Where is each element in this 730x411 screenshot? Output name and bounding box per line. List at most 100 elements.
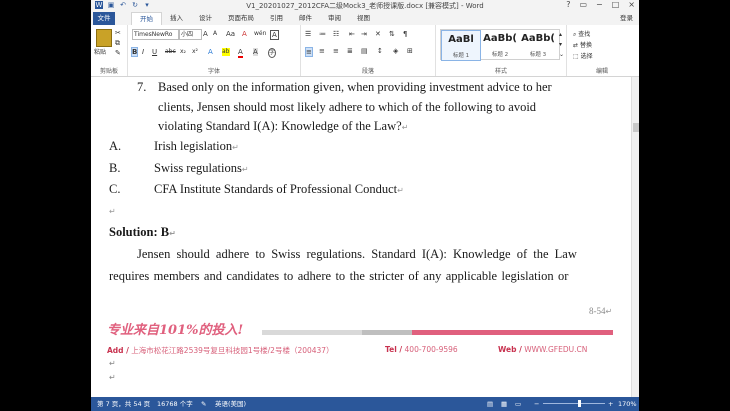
stripe-grey bbox=[262, 330, 363, 335]
cut-icon[interactable]: ✂ bbox=[115, 29, 121, 37]
help-button[interactable]: ? bbox=[566, 0, 570, 9]
zoom-in-icon[interactable]: + bbox=[608, 397, 613, 411]
style-heading-1[interactable]: AaBl 标题 1 bbox=[441, 30, 481, 61]
editing-group: ⌕ 查找 ⇄ 替换 ⬚ 选择 编辑 bbox=[567, 25, 637, 76]
zoom-level[interactable]: 170% bbox=[618, 397, 637, 411]
highlight-icon[interactable]: ab bbox=[222, 48, 230, 56]
show-marks-icon[interactable]: ¶ bbox=[403, 30, 407, 38]
subscript-button[interactable]: x₂ bbox=[180, 48, 186, 56]
page-count[interactable]: 第 7 页，共 54 页 bbox=[97, 397, 150, 411]
align-right-icon[interactable]: ≡ bbox=[333, 47, 339, 55]
align-left-icon[interactable]: ≡ bbox=[305, 47, 313, 57]
style-scroll-down-icon[interactable]: ▾ bbox=[559, 41, 562, 49]
document-page[interactable]: 7. Based only on the information given, … bbox=[91, 77, 631, 397]
title-bar: W ▣ ↶ ↻ ▾ V1_20201027_2012CFA二级Mock3_老师授… bbox=[91, 0, 639, 12]
style-more-icon[interactable]: ⌄ bbox=[559, 51, 564, 59]
paste-icon[interactable] bbox=[96, 29, 112, 47]
maximize-button[interactable]: □ bbox=[612, 0, 620, 9]
grow-font-icon[interactable]: A bbox=[203, 30, 208, 38]
paragraph-mark: ↵ bbox=[169, 229, 176, 238]
tab-file[interactable]: 文件 bbox=[93, 12, 115, 25]
web-layout-icon[interactable]: ▭ bbox=[515, 397, 521, 411]
web-text: WWW.GFEDU.CN bbox=[524, 345, 588, 354]
option-b-letter: B. bbox=[109, 161, 121, 175]
paragraph-mark: ↵ bbox=[397, 186, 404, 195]
language[interactable]: 英语(美国) bbox=[215, 397, 246, 411]
superscript-button[interactable]: x² bbox=[192, 48, 198, 56]
close-button[interactable]: × bbox=[628, 0, 635, 9]
bullets-icon[interactable]: ☰ bbox=[305, 30, 311, 38]
tab-design[interactable]: 设计 bbox=[191, 12, 220, 25]
font-name-select[interactable]: TimesNewRo bbox=[132, 29, 179, 40]
tab-references[interactable]: 引用 bbox=[262, 12, 291, 25]
justify-icon[interactable]: ≣ bbox=[347, 47, 353, 55]
chinese-layout-icon[interactable]: ✕ bbox=[375, 30, 381, 38]
paragraph-mark: ↵ bbox=[232, 143, 239, 152]
replace-button[interactable]: ⇄ 替换 bbox=[573, 40, 592, 49]
find-button[interactable]: ⌕ 查找 bbox=[573, 29, 590, 39]
zoom-slider[interactable] bbox=[543, 403, 605, 404]
style-heading-2[interactable]: AaBb( 标题 2 bbox=[481, 30, 519, 59]
style-name: 标题 3 bbox=[529, 52, 547, 58]
distributed-icon[interactable]: ▤ bbox=[361, 47, 368, 55]
style-scroll-up-icon[interactable]: ▴ bbox=[559, 31, 562, 39]
decrease-indent-icon[interactable]: ⇤ bbox=[349, 30, 355, 38]
clear-format-icon[interactable]: A bbox=[242, 30, 247, 38]
bold-button[interactable]: B bbox=[131, 47, 139, 57]
underline-button[interactable]: U bbox=[152, 48, 157, 56]
strikethrough-button[interactable]: abc bbox=[165, 48, 176, 56]
print-layout-icon[interactable]: ▦ bbox=[501, 397, 507, 411]
align-center-icon[interactable]: ≡ bbox=[319, 47, 325, 55]
multilevel-list-icon[interactable]: ☷ bbox=[333, 30, 339, 38]
styles-group-label: 样式 bbox=[494, 68, 507, 75]
select-button[interactable]: ⬚ 选择 bbox=[573, 51, 593, 60]
style-heading-3[interactable]: AaBb( 标题 3 bbox=[519, 30, 557, 59]
tab-review[interactable]: 审阅 bbox=[320, 12, 349, 25]
paste-button[interactable]: 粘贴 bbox=[94, 47, 106, 56]
char-shading-icon[interactable]: A bbox=[253, 48, 258, 56]
enclose-char-icon[interactable]: 字 bbox=[268, 48, 277, 58]
ribbon: 粘贴 ✂ ⧉ ✎ 剪贴板 TimesNewRo 小四 A A Aa A wén … bbox=[91, 25, 639, 77]
phonetic-guide-icon[interactable]: wén bbox=[254, 30, 266, 38]
sort-icon[interactable]: ⇅ bbox=[389, 30, 395, 38]
tab-layout[interactable]: 页面布局 bbox=[220, 12, 262, 25]
zoom-slider-thumb[interactable] bbox=[578, 400, 581, 407]
copy-icon[interactable]: ⧉ bbox=[115, 39, 120, 47]
paragraph-mark: ↵ bbox=[241, 165, 249, 174]
empty-paragraph-mark: ↵ bbox=[109, 207, 116, 216]
tab-view[interactable]: 视图 bbox=[349, 12, 378, 25]
solution-line-1: Jensen should adhere to Swiss regulation… bbox=[137, 247, 577, 261]
font-color-icon[interactable]: A bbox=[238, 48, 243, 58]
scrollbar-thumb[interactable] bbox=[633, 123, 639, 132]
login-link[interactable]: 登录 bbox=[620, 12, 633, 25]
proofing-icon[interactable]: ✎ bbox=[201, 397, 206, 411]
option-c-label: CFA Institute Standards of Professional … bbox=[154, 182, 398, 196]
numbering-icon[interactable]: ≔ bbox=[319, 30, 326, 38]
paragraph-group: ☰ ≔ ☷ ⇤ ⇥ ✕ ⇅ ¶ ≡ ≡ ≡ ≣ ▤ ↕ ◈ ⊞ 段落 bbox=[301, 25, 436, 76]
replace-icon: ⇄ bbox=[573, 42, 580, 49]
italic-button[interactable]: I bbox=[142, 48, 144, 56]
format-painter-icon[interactable]: ✎ bbox=[115, 49, 121, 57]
read-mode-icon[interactable]: ▤ bbox=[487, 397, 493, 411]
change-case-icon[interactable]: Aa bbox=[226, 30, 235, 38]
vertical-scrollbar[interactable] bbox=[631, 77, 639, 397]
zoom-out-icon[interactable]: − bbox=[534, 397, 539, 411]
font-size-select[interactable]: 小四 bbox=[179, 29, 202, 40]
web-block: Web / WWW.GFEDU.CN bbox=[498, 345, 587, 354]
line-spacing-icon[interactable]: ↕ bbox=[377, 47, 383, 55]
increase-indent-icon[interactable]: ⇥ bbox=[361, 30, 367, 38]
shading-icon[interactable]: ◈ bbox=[393, 47, 398, 55]
tab-insert[interactable]: 插入 bbox=[162, 12, 191, 25]
editing-group-label: 编辑 bbox=[595, 68, 608, 75]
word-count[interactable]: 16768 个字 bbox=[157, 397, 193, 411]
tab-home[interactable]: 开始 bbox=[131, 12, 162, 25]
minimize-button[interactable]: − bbox=[596, 0, 603, 9]
footer-slogan: 专业来自101%的投入! bbox=[107, 323, 244, 338]
borders-icon[interactable]: ⊞ bbox=[407, 47, 413, 55]
shrink-font-icon[interactable]: A bbox=[213, 30, 217, 38]
char-border-icon[interactable]: A bbox=[270, 30, 279, 40]
ribbon-display-icon[interactable]: ▭ bbox=[579, 0, 587, 9]
text-effects-icon[interactable]: A bbox=[208, 48, 213, 56]
tab-mailings[interactable]: 邮件 bbox=[291, 12, 320, 25]
stripe-dark-grey bbox=[362, 330, 413, 335]
